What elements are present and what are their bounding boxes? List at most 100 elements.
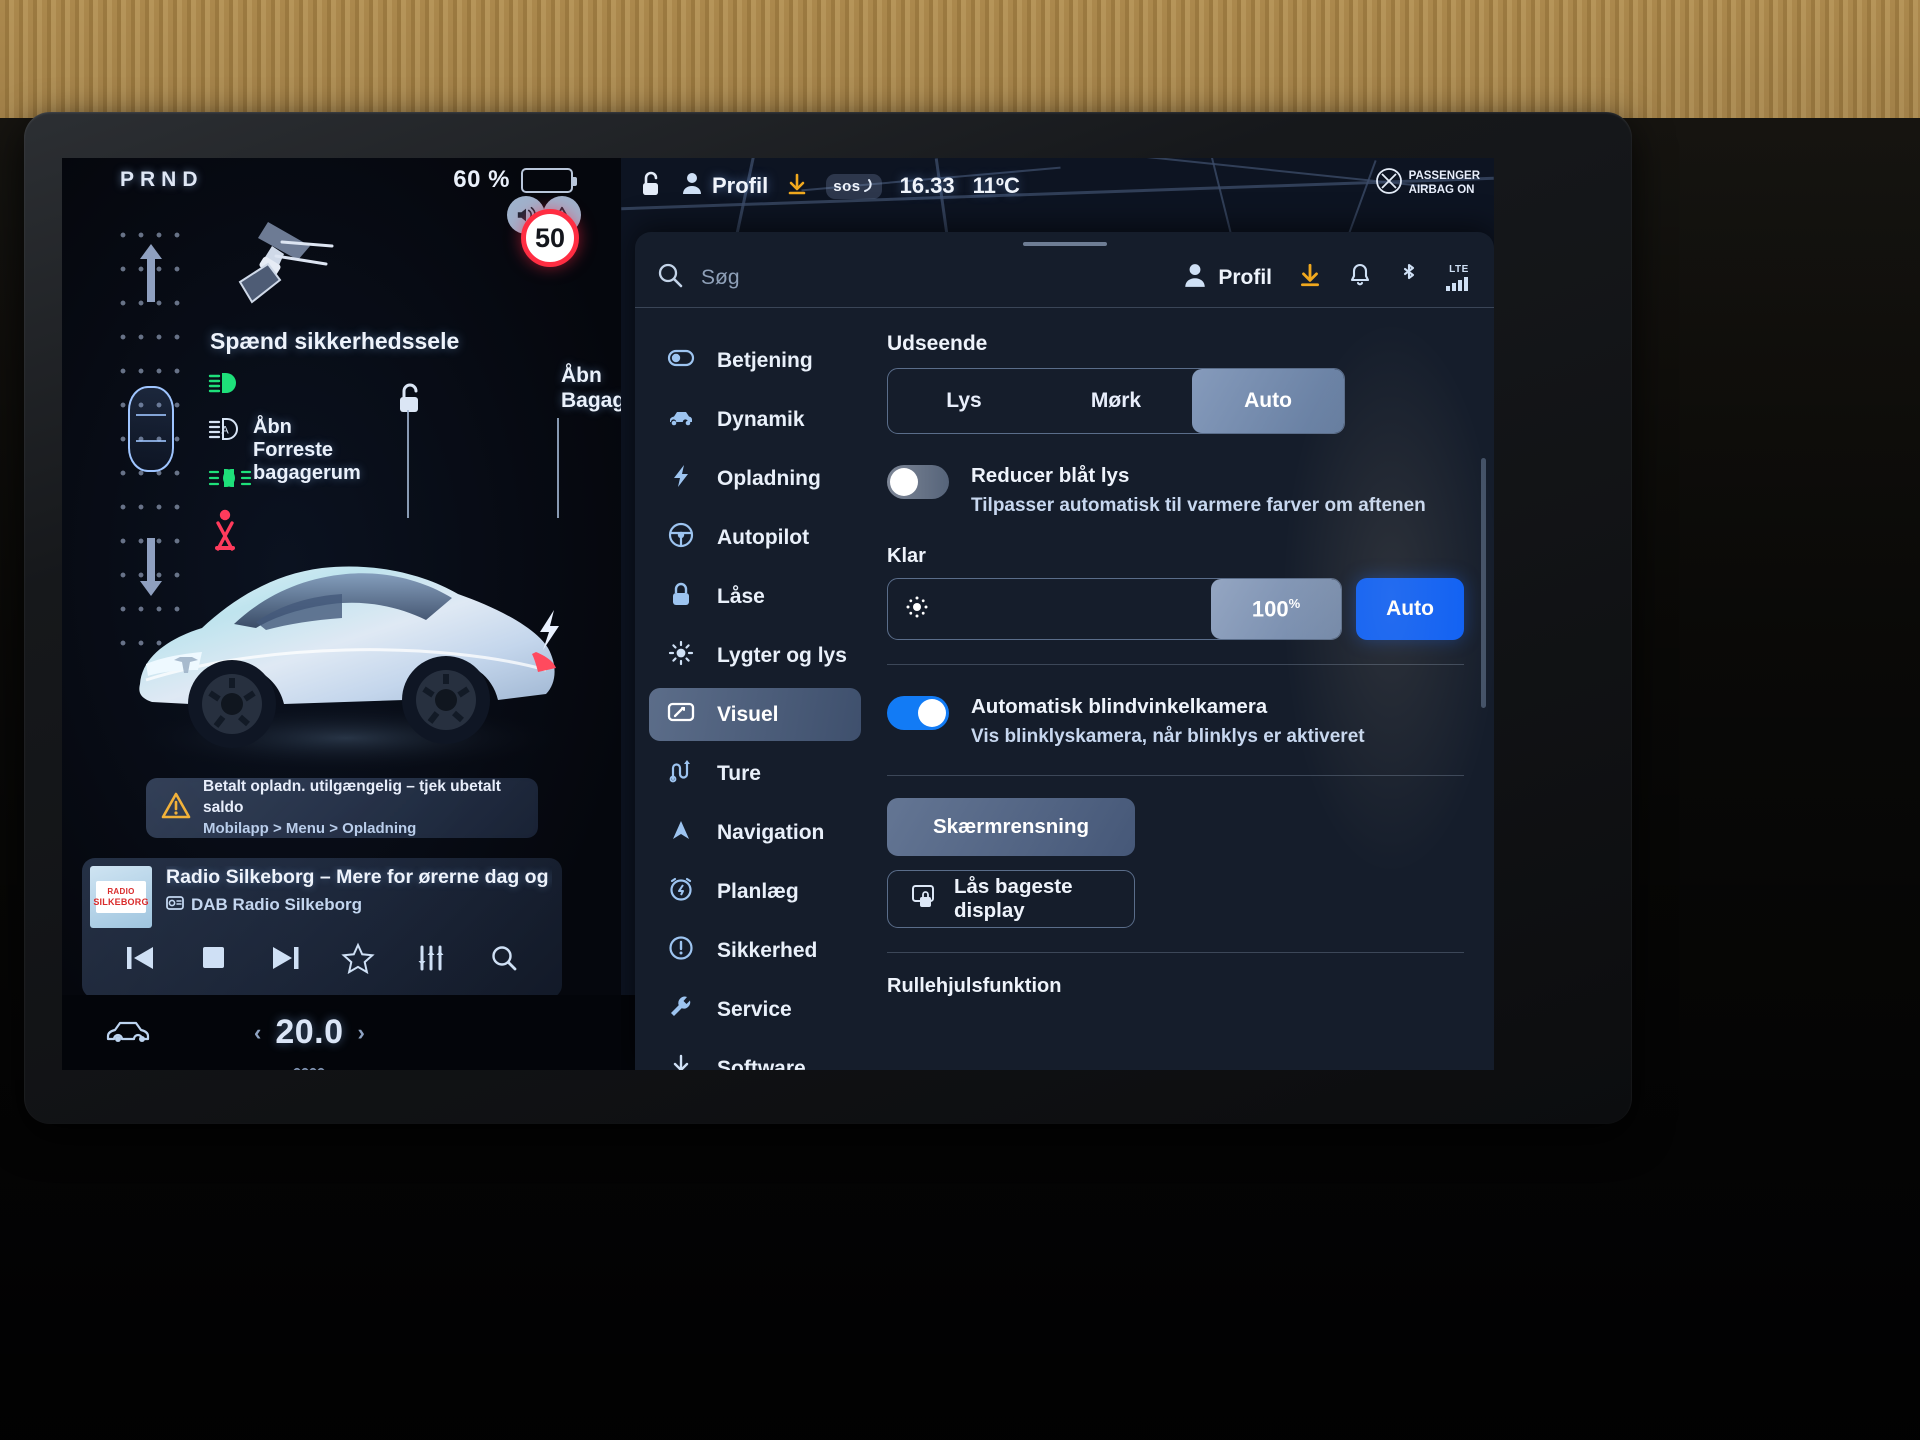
download-icon — [667, 1053, 695, 1070]
status-top-bar: Profil sos 16.33 11ºC PASSENGER AIRBAG O… — [621, 158, 1494, 214]
download-status-icon[interactable] — [786, 172, 808, 201]
content-divider-1 — [887, 664, 1464, 666]
favorite-star-button[interactable] — [341, 942, 375, 979]
theme-option-light[interactable]: Lys — [888, 369, 1040, 433]
sidebar-item-laase[interactable]: Låse — [649, 570, 861, 623]
route-icon — [667, 759, 695, 788]
climate-temperature-control: ‹ 20.0 › — [254, 1013, 365, 1070]
sidebar-item-label: Låse — [717, 584, 765, 608]
album-art-line2: SILKEBORG — [93, 897, 149, 907]
sidebar-item-software[interactable]: Software — [649, 1042, 861, 1070]
right-panel: Profil sos 16.33 11ºC PASSENGER AIRBAG O… — [621, 158, 1494, 1070]
warning-icon — [160, 791, 192, 826]
blind-spot-setting-row: Automatisk blindvinkelkamera Vis blinkly… — [887, 693, 1464, 750]
next-track-button[interactable] — [269, 943, 303, 978]
wrench-icon — [667, 994, 695, 1025]
rear-display-lock-icon — [910, 883, 938, 915]
settings-body: Betjening Dynamik Opladning Autopilot Lå… — [635, 308, 1494, 1070]
telltale-low-beam — [208, 370, 244, 396]
frunk-label-line2: Forreste — [253, 438, 334, 461]
temperature-value[interactable]: 20.0 — [275, 1013, 343, 1070]
seatbelt-warning-text: Spænd sikkerhedssele — [210, 328, 460, 354]
theme-option-auto[interactable]: Auto — [1192, 369, 1344, 433]
lock-rear-display-label: Lås bageste display — [954, 874, 1073, 922]
speed-limit-sign: 50 — [521, 209, 579, 267]
frunk-label-line3: bagagerum — [253, 461, 361, 484]
telltale-fog-light — [208, 466, 252, 490]
bluetooth-icon[interactable] — [1398, 262, 1420, 293]
sidebar-item-service[interactable]: Service — [649, 983, 861, 1036]
sidebar-item-label: Dynamik — [717, 407, 805, 431]
steering-wheel-icon — [667, 522, 695, 553]
blue-light-title: Reducer blåt lys — [971, 464, 1130, 487]
profile-label: Profil — [1218, 265, 1272, 289]
car-controls-button[interactable] — [104, 1015, 156, 1050]
header-icons: Profil LTE — [1183, 262, 1472, 293]
sidebar-item-sikkerhed[interactable]: Sikkerhed — [649, 924, 861, 977]
sidebar-item-dynamik[interactable]: Dynamik — [649, 393, 861, 446]
appearance-section-title: Udseende — [887, 332, 988, 355]
search-input[interactable]: Søg — [657, 262, 1183, 293]
album-art-line1: RADIO — [107, 887, 135, 896]
brightness-auto-button[interactable]: Auto — [1356, 578, 1464, 641]
sos-button[interactable]: sos — [826, 173, 882, 199]
unlock-icon[interactable] — [639, 170, 663, 203]
person-icon — [1183, 262, 1207, 293]
temperature-increase-button[interactable]: › — [358, 1020, 365, 1046]
settings-content-panel: Udseende Lys Mørk Auto Reducer blåt lys … — [861, 308, 1494, 1070]
blue-light-subtitle: Tilpasser automatisk til varmere farver … — [971, 494, 1426, 516]
frunk-label-line1: Åbn — [253, 416, 292, 438]
sheet-grabber-handle[interactable] — [1022, 242, 1107, 246]
sidebar-item-lygter-og-lys[interactable]: Lygter og lys — [649, 629, 861, 682]
charging-warning-notification[interactable]: Betalt opladn. utilgængelig – tjek ubeta… — [146, 778, 538, 838]
bolt-icon — [667, 464, 695, 493]
sidebar-item-autopilot[interactable]: Autopilot — [649, 511, 861, 564]
blind-spot-camera-toggle[interactable] — [887, 696, 949, 731]
driver-display-panel: PRND 60 % 50 Spænd sikkerhedssele A Åbn … — [62, 158, 621, 1070]
notification-line2: Mobilapp > Menu > Opladning — [203, 819, 417, 837]
trunk-open-label: Åbn Bagagerum — [561, 363, 621, 413]
stop-button[interactable] — [196, 943, 230, 978]
media-search-button[interactable] — [487, 943, 521, 978]
content-scrollbar[interactable] — [1481, 458, 1486, 708]
defrost-icon — [290, 1045, 328, 1070]
sidebar-item-opladning[interactable]: Opladning — [649, 452, 861, 505]
screen-clean-button[interactable]: Skærmrensning — [887, 797, 1135, 856]
sidebar-item-label: Planlæg — [717, 879, 799, 903]
vehicle-render — [106, 488, 576, 778]
trunk-label-line1: Åbn — [561, 364, 602, 387]
profile-status-item[interactable]: Profil — [681, 171, 768, 201]
blue-light-toggle[interactable] — [887, 465, 949, 499]
equalizer-button[interactable] — [414, 943, 448, 978]
download-icon[interactable] — [1298, 262, 1322, 293]
battery-status: 60 % — [453, 166, 577, 194]
brightness-unit: % — [1288, 596, 1301, 612]
svg-text:A: A — [221, 425, 229, 437]
cellular-signal-indicator[interactable]: LTE — [1446, 264, 1472, 291]
media-source-row: DAB Radio Silkeborg — [166, 893, 552, 916]
lte-label: LTE — [1449, 264, 1469, 275]
previous-track-button[interactable] — [123, 943, 157, 978]
brightness-row: 100% Auto — [887, 578, 1464, 641]
theme-option-dark[interactable]: Mørk — [1040, 369, 1192, 433]
gear-indicator: PRND — [120, 168, 204, 191]
profile-button[interactable]: Profil — [1183, 262, 1272, 293]
brightness-slider[interactable]: 100% — [887, 578, 1342, 641]
temperature-decrease-button[interactable]: ‹ — [254, 1020, 261, 1046]
lock-rear-display-button[interactable]: Lås bageste display — [887, 869, 1135, 928]
sidebar-item-betjening[interactable]: Betjening — [649, 334, 861, 387]
sidebar-item-planlaeg[interactable]: Planlæg — [649, 865, 861, 918]
sidebar-item-label: Service — [717, 997, 792, 1021]
sidebar-item-navigation[interactable]: Navigation — [649, 806, 861, 859]
clock-label: 16.33 — [899, 173, 955, 198]
sidebar-item-ture[interactable]: Ture — [649, 747, 861, 800]
settings-sheet: Søg Profil LTE Betjening Dynamik Opladni… — [635, 232, 1494, 1070]
airbag-line2: AIRBAG ON — [1408, 183, 1475, 196]
car-icon — [667, 406, 695, 433]
media-player-card[interactable]: RADIO SILKEBORG Radio Silkeborg – Mere f… — [82, 858, 562, 998]
sidebar-item-visuel[interactable]: Visuel — [649, 688, 861, 741]
sidebar-item-label: Software — [717, 1056, 806, 1071]
bell-icon[interactable] — [1348, 262, 1372, 293]
media-title: Radio Silkeborg – Mere for ørerne dag og… — [166, 866, 552, 888]
theme-segmented-control[interactable]: Lys Mørk Auto — [887, 368, 1345, 434]
